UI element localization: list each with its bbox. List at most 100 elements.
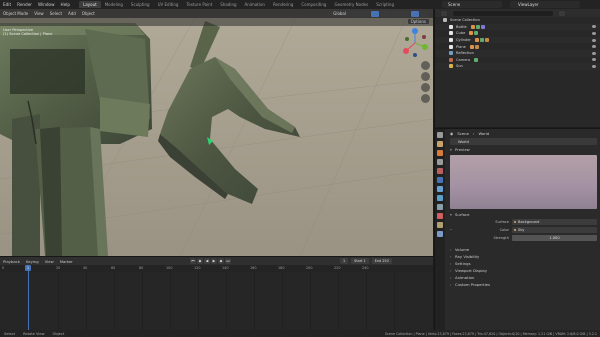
- constraints-tab-icon[interactable]: [437, 222, 443, 228]
- tab-geometry-nodes[interactable]: Geometry Nodes: [330, 1, 372, 8]
- menu-help[interactable]: Help: [58, 2, 74, 7]
- outliner-row-sun[interactable]: Sun: [435, 63, 600, 70]
- shading-material-icon[interactable]: [411, 10, 419, 17]
- surface-panel-header[interactable]: ▾ Surface: [446, 211, 600, 218]
- panel-volume[interactable]: › Volume: [446, 246, 600, 253]
- play-reverse-icon[interactable]: ◀: [204, 258, 210, 264]
- outliner-row-camera[interactable]: Camera: [435, 57, 600, 64]
- world-datablock-field[interactable]: World: [450, 138, 597, 145]
- output-tab-icon[interactable]: [437, 150, 443, 156]
- strength-slider[interactable]: 1.000: [512, 235, 597, 241]
- gizmo-neg-x-axis[interactable]: [422, 35, 426, 39]
- panel-custom-properties[interactable]: › Custom Properties: [446, 281, 600, 288]
- view-layer-tab-icon[interactable]: [437, 159, 443, 165]
- transform-orientation-dropdown[interactable]: Global: [330, 11, 349, 16]
- panel-animation[interactable]: › Animation: [446, 274, 600, 281]
- prev-keyframe-icon[interactable]: ◆: [197, 258, 203, 264]
- tab-compositing[interactable]: Compositing: [297, 1, 330, 8]
- outliner-search-input[interactable]: [453, 10, 553, 16]
- preview-panel-header[interactable]: ▾ Preview: [446, 146, 600, 153]
- jump-start-icon[interactable]: ⏮: [190, 258, 196, 264]
- xray-toggle-icon[interactable]: [391, 10, 399, 17]
- panel-ray-visibility[interactable]: › Ray Visibility: [446, 253, 600, 260]
- color-input-dropdown[interactable]: Sky: [512, 227, 597, 233]
- overlay-toggle-icon[interactable]: [381, 10, 389, 17]
- gizmo-y-axis[interactable]: [422, 44, 428, 50]
- collection-tab-icon[interactable]: [437, 186, 443, 192]
- outliner-row-reflection[interactable]: Reflection: [435, 49, 600, 57]
- visibility-eye-icon[interactable]: [592, 25, 596, 29]
- view-layer-selector[interactable]: ViewLayer: [510, 1, 580, 8]
- menu-object[interactable]: Object: [79, 11, 98, 16]
- shading-solid-icon[interactable]: [401, 10, 409, 17]
- visibility-eye-icon[interactable]: [592, 45, 596, 49]
- next-keyframe-icon[interactable]: ◆: [218, 258, 224, 264]
- panel-viewport-display[interactable]: › Viewport Display: [446, 267, 600, 274]
- data-tab-icon[interactable]: [437, 231, 443, 237]
- menu-window[interactable]: Window: [35, 2, 58, 7]
- display-mode-icon[interactable]: [441, 10, 447, 16]
- menu-select[interactable]: Select: [47, 11, 65, 16]
- menu-timeline-view[interactable]: View: [42, 259, 57, 264]
- modifier-tab-icon[interactable]: [437, 204, 443, 210]
- object-tab-icon[interactable]: [437, 195, 443, 201]
- outliner-row-cylinder[interactable]: Cylinder: [435, 36, 600, 44]
- play-icon[interactable]: ▶: [211, 258, 217, 264]
- visibility-eye-icon[interactable]: [592, 38, 596, 42]
- timeline-ruler[interactable]: 0 20 40 60 80 100 120 140 160 180 200 22…: [0, 265, 433, 272]
- outliner-row-plane[interactable]: Plane: [435, 43, 600, 50]
- tab-rendering[interactable]: Rendering: [269, 1, 297, 8]
- breadcrumb-scene[interactable]: Scene: [457, 131, 469, 136]
- tab-shading[interactable]: Shading: [216, 1, 240, 8]
- tab-texture-paint[interactable]: Texture Paint: [182, 1, 216, 8]
- tool-tab-icon[interactable]: [437, 132, 443, 138]
- visibility-eye-icon[interactable]: [592, 51, 596, 55]
- proportional-edit-icon[interactable]: [361, 10, 369, 17]
- gizmo-neg-z-axis[interactable]: [413, 53, 417, 57]
- surface-shader-dropdown[interactable]: Background: [512, 219, 597, 225]
- scene-tab-icon[interactable]: [437, 168, 443, 174]
- gizmo-toggle-icon[interactable]: [371, 10, 379, 17]
- gizmo-x-axis[interactable]: [403, 48, 409, 54]
- 3d-viewport[interactable]: Object Mode View Select Add Object Globa…: [0, 9, 433, 256]
- end-frame-field[interactable]: End 250: [371, 258, 392, 264]
- current-frame-field[interactable]: 1: [340, 258, 349, 264]
- visibility-eye-icon[interactable]: [592, 31, 596, 35]
- perspective-toggle-icon[interactable]: [421, 94, 430, 103]
- tab-sculpting[interactable]: Sculpting: [127, 1, 154, 8]
- menu-playback[interactable]: Playback: [0, 259, 23, 264]
- visibility-eye-icon[interactable]: [592, 58, 596, 62]
- menu-edit[interactable]: Edit: [0, 2, 14, 7]
- outliner[interactable]: Scene Collection Bottle Cube Cylinder Pl…: [434, 9, 600, 127]
- tab-modeling[interactable]: Modeling: [101, 1, 127, 8]
- options-dropdown[interactable]: Options: [407, 19, 429, 24]
- gizmo-neg-y-axis[interactable]: [405, 37, 409, 41]
- render-tab-icon[interactable]: [437, 141, 443, 147]
- outliner-row-bottle[interactable]: Bottle: [435, 23, 600, 31]
- menu-keying[interactable]: Keying: [23, 259, 42, 264]
- menu-view[interactable]: View: [31, 11, 47, 16]
- tab-uv-editing[interactable]: UV Editing: [154, 1, 183, 8]
- physics-tab-icon[interactable]: [437, 213, 443, 219]
- properties-editor[interactable]: ◉ Scene › World World ▾ Preview ▾ Surface …: [434, 128, 600, 331]
- outliner-row-scene-collection[interactable]: Scene Collection: [435, 17, 600, 24]
- outliner-row-cube[interactable]: Cube: [435, 30, 600, 37]
- zoom-icon[interactable]: [421, 61, 430, 70]
- menu-add[interactable]: Add: [65, 11, 79, 16]
- collapse-icon[interactable]: –: [450, 227, 452, 232]
- panel-settings[interactable]: › Settings: [446, 260, 600, 267]
- navigation-gizmo[interactable]: [400, 27, 430, 59]
- visibility-eye-icon[interactable]: [592, 64, 596, 68]
- breadcrumb-world[interactable]: World: [478, 131, 489, 136]
- timeline-area[interactable]: [0, 272, 433, 331]
- menu-render[interactable]: Render: [14, 2, 35, 7]
- shading-rendered-icon[interactable]: [421, 10, 429, 17]
- filter-icon[interactable]: [559, 10, 565, 16]
- mode-dropdown[interactable]: Object Mode: [0, 11, 31, 16]
- camera-view-icon[interactable]: [421, 83, 430, 92]
- menu-marker[interactable]: Marker: [57, 259, 76, 264]
- scene-selector[interactable]: Scene: [442, 1, 502, 8]
- start-frame-field[interactable]: Start 1: [351, 258, 369, 264]
- playhead-line[interactable]: [28, 271, 29, 331]
- world-tab-icon[interactable]: [437, 177, 443, 183]
